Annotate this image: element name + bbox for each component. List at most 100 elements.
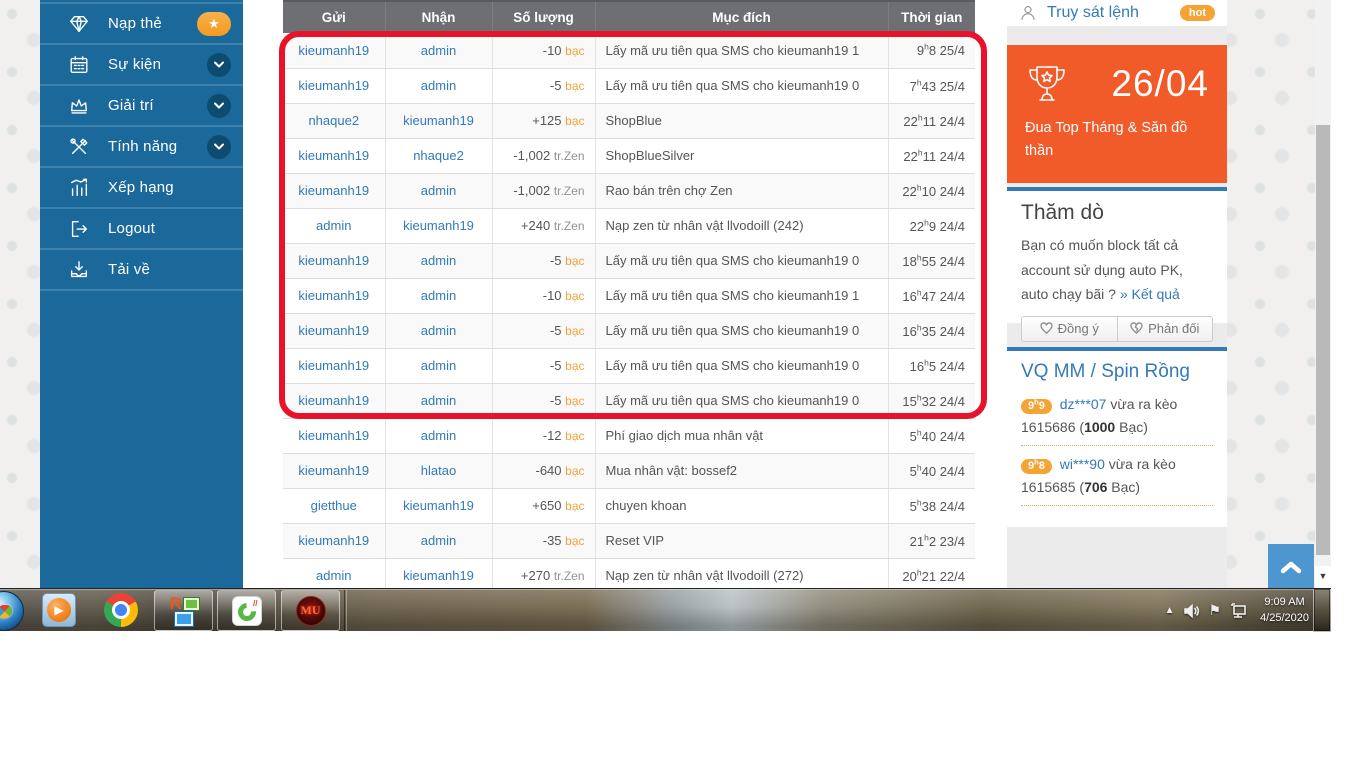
cell-amount: -10 bạc [492, 278, 595, 313]
header-purpose: Mục đích [595, 1, 888, 33]
windows-logo-icon [0, 604, 12, 618]
event-banner[interactable]: 26/04 Đua Top Tháng & Săn đồ thần [1007, 45, 1227, 183]
table-row: kieumanh19admin-35 bạcReset VIP21h2 23/4 [283, 523, 975, 558]
poll-disagree-button[interactable]: Phản đối [1118, 316, 1214, 342]
spin-title-link[interactable]: VQ MM / Spin Rồng [1021, 361, 1213, 383]
download-icon [67, 258, 91, 282]
scrollbar-down-arrow[interactable]: ▼ [1315, 566, 1331, 588]
receiver-link[interactable]: admin [421, 323, 456, 338]
sidebar-item-label: Logout [108, 220, 155, 237]
poll-agree-button[interactable]: Đồng ý [1021, 316, 1118, 342]
chevron-down-icon[interactable] [207, 94, 231, 118]
amount-value: -1,002 [513, 148, 553, 163]
network-icon[interactable] [1230, 603, 1247, 618]
scroll-to-top-button[interactable] [1268, 544, 1314, 588]
mu-game-taskbar-button[interactable]: MU [281, 590, 340, 631]
amount-currency: bạc [565, 44, 584, 58]
sender-link[interactable]: kieumanh19 [298, 323, 369, 338]
time-value: 16h5 24/4 [910, 359, 965, 374]
cell-purpose: Reset VIP [595, 523, 888, 558]
receiver-link[interactable]: kieumanh19 [403, 568, 474, 583]
poll-result-link[interactable]: » Kết quả [1120, 286, 1180, 302]
sender-link[interactable]: kieumanh19 [298, 148, 369, 163]
sidebar-item-tai-ve[interactable]: Tải về [40, 248, 243, 289]
hidden-icons-arrow[interactable]: ▲ [1165, 605, 1175, 616]
receiver-link[interactable]: admin [421, 78, 456, 93]
show-desktop-button[interactable] [1313, 589, 1331, 632]
sender-link[interactable]: kieumanh19 [298, 253, 369, 268]
sender-link[interactable]: kieumanh19 [298, 533, 369, 548]
sidebar-item-xep-hang[interactable]: Xếp hạng [40, 166, 243, 207]
chevron-down-icon[interactable] [207, 53, 231, 77]
sidebar-item-label: Tính năng [108, 138, 177, 155]
receiver-link[interactable]: admin [421, 183, 456, 198]
cell-amount: -35 bạc [492, 523, 595, 558]
table-header-row: Gửi Nhận Số lượng Mục đích Thời gian [283, 1, 975, 33]
sender-link[interactable]: kieumanh19 [298, 463, 369, 478]
receiver-link[interactable]: admin [421, 533, 456, 548]
cell-time: 20h21 22/4 [888, 558, 975, 588]
table-row: adminkieumanh19+240 tr.ZenNạp zen từ nhâ… [283, 208, 975, 243]
cell-sender: kieumanh19 [283, 418, 385, 453]
chrome-taskbar-icon[interactable] [104, 593, 138, 627]
sender-link[interactable]: kieumanh19 [298, 358, 369, 373]
right-column: Truy sát lệnh hot 26/04 Đua Top Tháng & … [1007, 0, 1227, 588]
volume-icon[interactable] [1184, 604, 1200, 618]
amount-currency: tr.Zen [554, 569, 585, 583]
receiver-link[interactable]: admin [421, 428, 456, 443]
sidebar-item-logout[interactable]: Logout [40, 207, 243, 248]
receiver-link[interactable]: kieumanh19 [403, 218, 474, 233]
cell-purpose: Lấy mã ưu tiên qua SMS cho kieumanh19 1 [595, 278, 888, 313]
sender-link[interactable]: admin [316, 568, 351, 583]
sender-link[interactable]: kieumanh19 [298, 428, 369, 443]
windows-taskbar: ▶ R // MU ▲ ⚑ 9:09 AM 4/25/2020 [0, 588, 1331, 631]
coccoc-taskbar-button[interactable]: // [217, 590, 276, 631]
remote-desktop-taskbar-button[interactable]: R [154, 590, 213, 631]
amount-currency: bạc [565, 359, 584, 373]
receiver-link[interactable]: admin [421, 253, 456, 268]
sender-link[interactable]: nhaque2 [308, 113, 359, 128]
tracker-link[interactable]: Truy sát lệnh [1047, 4, 1139, 22]
sidebar-item-su-kien[interactable]: Sự kiện [40, 43, 243, 84]
table-row: kieumanh19admin-12 bạcPhí giao dịch mua … [283, 418, 975, 453]
sender-link[interactable]: kieumanh19 [298, 288, 369, 303]
receiver-link[interactable]: admin [421, 358, 456, 373]
media-player-taskbar-icon[interactable]: ▶ [42, 593, 76, 627]
receiver-link[interactable]: admin [421, 43, 456, 58]
spin-user-link[interactable]: wi***90 [1056, 456, 1109, 472]
spin-amount: 706 [1084, 479, 1107, 495]
sender-link[interactable]: kieumanh19 [298, 183, 369, 198]
chevron-down-icon[interactable] [207, 135, 231, 159]
sidebar: Nạp thẻ★Sự kiệnGiải trí Tính năng Xếp hạng… [40, 0, 243, 588]
receiver-link[interactable]: nhaque2 [413, 148, 464, 163]
amount-value: -10 [543, 43, 565, 58]
sender-link[interactable]: gietthue [311, 498, 357, 513]
cell-time: 5h40 24/4 [888, 418, 975, 453]
receiver-link[interactable]: kieumanh19 [403, 498, 474, 513]
sender-link[interactable]: kieumanh19 [298, 393, 369, 408]
cell-receiver: admin [385, 313, 492, 348]
sidebar-item-giai-tri[interactable]: Giải trí [40, 84, 243, 125]
table-row: kieumanh19admin-5 bạcLấy mã ưu tiên qua … [283, 243, 975, 278]
scrollbar-thumb[interactable] [1316, 125, 1330, 555]
receiver-link[interactable]: admin [421, 288, 456, 303]
spin-unit: Bạc) [1115, 419, 1148, 435]
sender-link[interactable]: kieumanh19 [298, 43, 369, 58]
sender-link[interactable]: kieumanh19 [298, 78, 369, 93]
sidebar-item-label: Xếp hạng [108, 179, 174, 196]
receiver-link[interactable]: hlatao [421, 463, 456, 478]
spin-card: VQ MM / Spin Rồng 9h9 dz***07 vừa ra kèo… [1007, 347, 1227, 527]
spin-user-link[interactable]: dz***07 [1056, 396, 1110, 412]
cell-amount: -1,002 tr.Zen [492, 138, 595, 173]
start-button[interactable] [0, 591, 24, 631]
action-center-flag-icon[interactable]: ⚑ [1209, 602, 1222, 619]
cell-amount: -5 bạc [492, 313, 595, 348]
receiver-link[interactable]: admin [421, 393, 456, 408]
remote-desktop-icon: R [169, 596, 199, 626]
sidebar-item-nap-the[interactable]: Nạp thẻ★ [40, 2, 243, 43]
sender-link[interactable]: admin [316, 218, 351, 233]
taskbar-clock[interactable]: 9:09 AM 4/25/2020 [1256, 595, 1313, 627]
sidebar-item-tinh-nang[interactable]: Tính năng [40, 125, 243, 166]
table-row: kieumanh19admin-5 bạcLấy mã ưu tiên qua … [283, 68, 975, 103]
receiver-link[interactable]: kieumanh19 [403, 113, 474, 128]
